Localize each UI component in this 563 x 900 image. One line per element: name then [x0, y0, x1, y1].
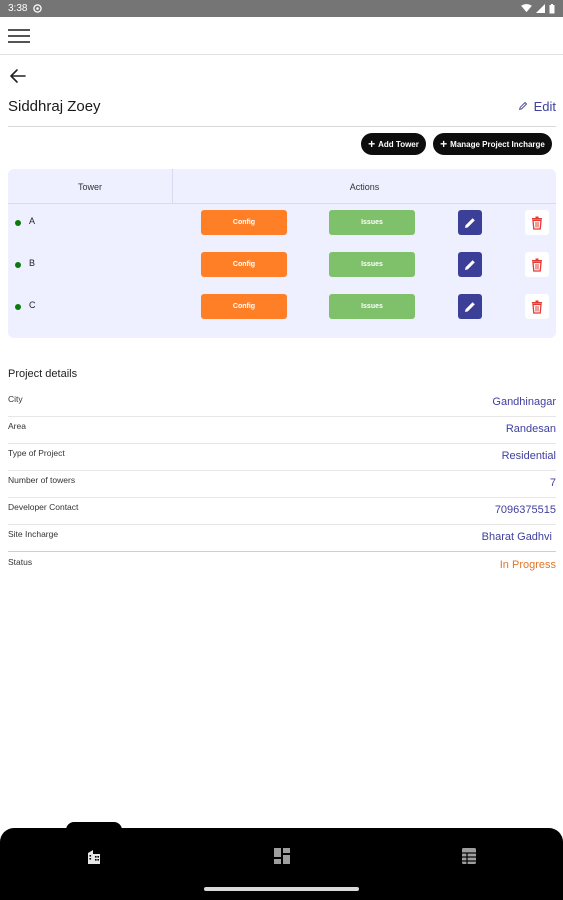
detail-row-area: Area Randesan: [8, 417, 556, 444]
issues-button[interactable]: Issues: [329, 294, 415, 319]
towers-table: Tower Actions A Config Issues B Config I…: [8, 169, 556, 338]
edit-project-button[interactable]: Edit: [518, 99, 556, 114]
trash-icon: [532, 300, 542, 314]
detail-value: 7096375515: [494, 504, 556, 516]
detail-row-site-incharge: Site Incharge Bharat Gadhvi: [8, 525, 556, 552]
dashboard-icon[interactable]: [270, 844, 294, 868]
column-header-actions: Actions: [349, 181, 380, 192]
detail-row-type: Type of Project Residential: [8, 444, 556, 471]
plus-icon: +: [440, 137, 448, 151]
wifi-icon: [521, 4, 532, 13]
column-header-tower: Tower: [8, 169, 173, 204]
signal-icon: [536, 4, 545, 13]
trash-icon: [532, 216, 542, 230]
detail-value: Residential: [501, 450, 556, 462]
detail-label: Number of towers: [8, 475, 76, 485]
detail-label: Site Incharge: [8, 529, 59, 539]
manage-project-incharge-button[interactable]: + Manage Project Incharge: [433, 133, 552, 155]
config-button[interactable]: Config: [201, 294, 287, 319]
edit-tower-button[interactable]: [458, 252, 482, 277]
detail-row-status: Status In Progress: [8, 553, 556, 580]
building-icon[interactable]: [82, 844, 106, 868]
tower-name: C: [29, 300, 36, 310]
delete-tower-button[interactable]: [525, 210, 549, 235]
tower-name: A: [29, 216, 36, 226]
status-bar: 3:38: [0, 0, 563, 17]
issues-button[interactable]: Issues: [329, 252, 415, 277]
bottom-navigation: [0, 822, 563, 900]
active-tab-indicator: [66, 822, 122, 834]
status-dot: [15, 220, 21, 226]
table-row: A Config Issues: [8, 205, 556, 247]
table-row: B Config Issues: [8, 247, 556, 289]
issues-button[interactable]: Issues: [329, 210, 415, 235]
detail-value: Gandhinagar: [492, 396, 556, 408]
add-tower-button[interactable]: + Add Tower: [361, 133, 426, 155]
edit-tower-button[interactable]: [458, 210, 482, 235]
table-header: Tower Actions: [8, 169, 556, 204]
pencil-icon: [518, 101, 527, 110]
status-dot: [15, 262, 21, 268]
add-tower-label: Add Tower: [378, 139, 419, 149]
pencil-icon: [465, 259, 475, 270]
divider: [8, 126, 556, 127]
table-icon[interactable]: [457, 844, 481, 868]
manage-incharge-label: Manage Project Incharge: [450, 139, 545, 149]
status-dot: [15, 304, 21, 310]
status-value: In Progress: [499, 559, 556, 571]
pencil-icon: [465, 217, 475, 228]
table-row: C Config Issues: [8, 289, 556, 331]
config-button[interactable]: Config: [201, 210, 287, 235]
detail-row-towers: Number of towers 7: [8, 471, 556, 498]
config-button[interactable]: Config: [201, 252, 287, 277]
detail-label: Status: [8, 557, 33, 567]
status-time: 3:38: [8, 3, 28, 14]
detail-label: Developer Contact: [8, 502, 79, 512]
detail-label: Area: [8, 421, 26, 431]
delete-tower-button[interactable]: [525, 294, 549, 319]
detail-row-city: City Gandhinagar: [8, 390, 556, 417]
battery-icon: [549, 3, 555, 13]
title-row: Siddhraj Zoey Edit: [8, 95, 556, 117]
detail-label: City: [8, 394, 23, 404]
trash-icon: [532, 258, 542, 272]
delete-tower-button[interactable]: [525, 252, 549, 277]
plus-icon: +: [368, 137, 376, 151]
app-bar: [0, 17, 563, 55]
detail-label: Type of Project: [8, 448, 65, 458]
menu-icon[interactable]: [8, 28, 30, 43]
detail-value: 7: [549, 477, 556, 489]
home-indicator[interactable]: [204, 887, 359, 891]
edit-label: Edit: [533, 98, 556, 114]
page-title: Siddhraj Zoey: [8, 97, 101, 115]
edit-tower-button[interactable]: [458, 294, 482, 319]
project-details-title: Project details: [8, 368, 78, 380]
pencil-icon: [465, 301, 475, 312]
detail-value: Bharat Gadhvi: [481, 531, 552, 543]
tower-name: B: [29, 258, 36, 268]
vpn-icon: [33, 4, 43, 13]
detail-value: Randesan: [505, 423, 556, 435]
detail-row-contact: Developer Contact 7096375515: [8, 498, 556, 525]
back-arrow-icon[interactable]: [8, 66, 28, 86]
